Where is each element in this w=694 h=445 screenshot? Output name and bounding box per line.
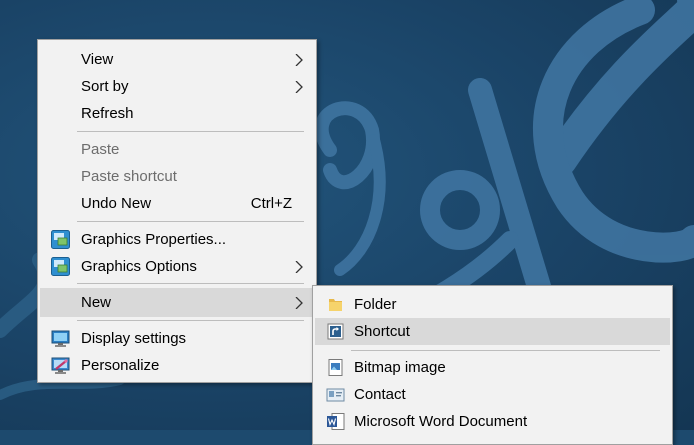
menu-item-paste-shortcut[interactable]: Paste shortcut: [40, 163, 314, 190]
keyboard-shortcut: Ctrl+Z: [250, 195, 292, 212]
submenu-item-contact[interactable]: Contact: [315, 381, 670, 408]
word-icon: [327, 413, 345, 430]
personalize-icon: [51, 357, 70, 374]
submenu-item-bitmap-image[interactable]: Bitmap image: [315, 354, 670, 381]
desktop-context-menu: View Sort by Refresh Paste Paste shortcu…: [37, 39, 317, 383]
folder-icon: [329, 299, 342, 311]
menu-item-label: Display settings: [81, 330, 187, 347]
menu-item-label: Graphics Properties...: [81, 231, 227, 248]
menu-item-label: Undo New: [81, 195, 152, 212]
menu-item-label: Refresh: [81, 105, 134, 122]
menu-item-label: View: [81, 51, 114, 68]
submenu-item-shortcut[interactable]: Shortcut: [315, 318, 670, 345]
menu-item-graphics-properties[interactable]: Graphics Properties...: [40, 226, 314, 253]
menu-item-label: Folder: [354, 296, 397, 313]
shortcut-icon: [327, 323, 344, 340]
contact-icon: [326, 388, 345, 402]
menu-item-label: Sort by: [81, 78, 129, 95]
menu-item-sort-by[interactable]: Sort by: [40, 73, 314, 100]
menu-item-label: Bitmap image: [354, 359, 446, 376]
menu-item-paste[interactable]: Paste: [40, 136, 314, 163]
menu-separator: [77, 283, 304, 284]
new-submenu: Folder Shortcut Bitmap image Contact Mic…: [312, 285, 673, 445]
menu-separator: [77, 320, 304, 321]
menu-item-label: Microsoft Word Document: [354, 413, 528, 430]
menu-item-label: Paste shortcut: [81, 168, 177, 185]
chevron-right-icon: [295, 261, 303, 273]
menu-item-label: Personalize: [81, 357, 160, 374]
chevron-right-icon: [295, 54, 303, 66]
menu-item-personalize[interactable]: Personalize: [40, 352, 314, 379]
menu-item-display-settings[interactable]: Display settings: [40, 325, 314, 352]
chevron-right-icon: [295, 81, 303, 93]
menu-item-new[interactable]: New: [40, 288, 314, 317]
bitmap-icon: [328, 359, 343, 376]
menu-item-undo-new[interactable]: Undo New Ctrl+Z: [40, 190, 314, 217]
menu-item-graphics-options[interactable]: Graphics Options: [40, 253, 314, 280]
intel-graphics-icon: [51, 230, 70, 249]
menu-item-label: New: [81, 294, 112, 311]
menu-item-label: Contact: [354, 386, 406, 403]
menu-separator: [77, 221, 304, 222]
menu-item-label: Shortcut: [354, 323, 410, 340]
menu-item-label: Graphics Options: [81, 258, 197, 275]
menu-separator: [77, 131, 304, 132]
menu-item-view[interactable]: View: [40, 46, 314, 73]
intel-graphics-icon: [51, 257, 70, 276]
menu-separator: [351, 350, 660, 351]
menu-item-label: Paste: [81, 141, 120, 158]
menu-item-refresh[interactable]: Refresh: [40, 100, 314, 127]
chevron-right-icon: [295, 297, 303, 309]
submenu-item-folder[interactable]: Folder: [315, 291, 670, 318]
submenu-item-word-document[interactable]: Microsoft Word Document: [315, 408, 670, 435]
display-settings-icon: [51, 330, 70, 347]
